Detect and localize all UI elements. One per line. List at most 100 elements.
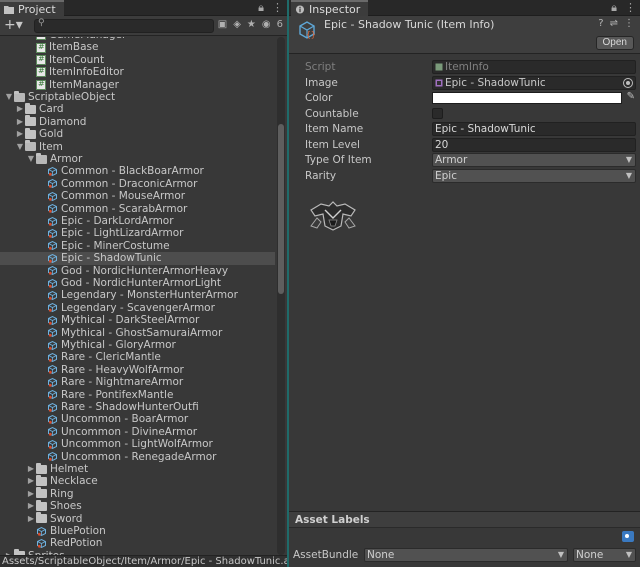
expand-arrow-down-icon[interactable]: ▼ [4,91,14,103]
tree-item-label: RedPotion [50,537,103,550]
preset-icon[interactable]: ⇌ [610,18,618,29]
asset-row[interactable]: Epic - DarkLordArmor [0,215,275,227]
folder-row[interactable]: ▼ Item [0,140,275,153]
folder-row[interactable]: ▶ Helmet [0,462,275,475]
open-button[interactable]: Open [595,36,634,50]
object-picker-icon[interactable] [623,77,633,88]
script-file-icon [435,63,443,71]
tag-icon[interactable] [622,531,634,542]
kebab-menu-icon[interactable]: ⋮ [625,1,636,15]
search-by-label-icon[interactable]: ◈ [233,19,241,30]
folder-icon [36,462,47,474]
inspector-header-icons: ? ⇌ ⋮ [598,18,634,29]
asset-bundle-dropdown[interactable]: None ▼ [364,548,568,562]
tree-item-label: Item [39,140,63,153]
asset-row[interactable]: Mythical - DarkSteelArmor [0,314,275,326]
asset-row[interactable]: Legendary - ScavengerArmor [0,302,275,314]
asset-row[interactable]: ItemManager [0,78,275,91]
color-swatch[interactable] [432,92,622,104]
folder-icon [36,512,47,524]
asset-row[interactable]: God - NordicHunterArmorHeavy [0,265,275,277]
asset-row[interactable]: Uncommon - RenegadeArmor [0,451,275,463]
asset-row[interactable]: Rare - HeavyWolfArmor [0,364,275,376]
image-field[interactable]: Epic - ShadowTunic [432,75,636,90]
expand-arrow-right-icon[interactable]: ▶ [26,500,36,512]
asset-row[interactable]: Rare - PontifexMantle [0,389,275,401]
expand-arrow-down-icon[interactable]: ▼ [15,141,25,153]
countable-checkbox[interactable] [432,107,443,119]
tree-item-label: Sword [50,512,83,525]
rarity-dropdown[interactable]: Epic ▼ [432,168,636,183]
folder-row[interactable]: ▶ Sword [0,512,275,525]
asset-row[interactable]: Common - ScarabArmor [0,203,275,215]
asset-row[interactable]: RedPotion [0,537,275,549]
type-of-item-dropdown[interactable]: Armor ▼ [432,153,636,167]
scriptable-object-icon [48,179,57,189]
asset-row[interactable]: Common - DraconicArmor [0,178,275,190]
lock-icon[interactable]: 🔒︎ [611,1,617,15]
expand-arrow-right-icon[interactable]: ▶ [15,128,25,140]
rarity-value: Epic [435,169,457,182]
folder-row[interactable]: ▼ Armor [0,152,275,165]
asset-row[interactable]: Common - BlackBoarArmor [0,165,275,177]
hidden-packages-icon[interactable]: ◉ [262,19,271,30]
folder-row[interactable]: ▶ Ring [0,487,275,500]
chevron-down-icon: ▼ [625,550,632,559]
color-label: Color [305,92,333,104]
item-name-label: Item Name [305,123,364,135]
kebab-menu-icon[interactable]: ⋮ [624,18,634,29]
script-field: ItemInfo [432,60,636,74]
asset-row[interactable]: Uncommon - DivineArmor [0,426,275,438]
create-dropdown-button[interactable]: +▾ [4,18,23,32]
asset-row[interactable]: BluePotion [0,525,275,537]
inspector-tab[interactable]: Inspector [291,0,369,16]
expand-arrow-right-icon[interactable]: ▶ [15,103,25,115]
expand-arrow-right-icon[interactable]: ▶ [26,488,36,500]
item-level-input[interactable]: 20 [432,137,636,152]
folder-row[interactable]: ▶ Card [0,103,275,115]
asset-row[interactable]: Common - MouseArmor [0,190,275,202]
expand-arrow-right-icon[interactable]: ▶ [26,513,36,525]
asset-row[interactable]: Epic - ShadowTunic [0,252,275,265]
asset-bundle-variant-dropdown[interactable]: None ▼ [573,548,636,562]
folder-row[interactable]: ▶ Diamond [0,115,275,128]
item-name-input[interactable]: Epic - ShadowTunic [432,122,636,136]
asset-row[interactable]: Uncommon - LightWolfArmor [0,438,275,450]
asset-row[interactable]: Epic - MinerCostume [0,240,275,252]
scriptable-object-icon [48,439,57,449]
search-by-type-icon[interactable]: ▣ [218,19,227,30]
expand-arrow-down-icon[interactable]: ▼ [26,153,36,165]
asset-row[interactable]: ItemInfoEditor [0,65,275,78]
asset-row[interactable]: Mythical - GloryArmor [0,339,275,351]
kebab-menu-icon[interactable]: ⋮ [272,1,283,15]
expand-arrow-right-icon[interactable]: ▶ [15,116,25,128]
favorite-star-icon[interactable]: ★ [247,19,256,30]
project-tab[interactable]: Project [0,0,64,16]
asset-row[interactable]: Rare - ClericMantle [0,351,275,363]
asset-row[interactable]: Rare - ShadowHunterOutfi [0,401,275,413]
help-icon[interactable]: ? [598,18,603,29]
image-value: Epic - ShadowTunic [445,76,546,89]
project-scrollbar-thumb[interactable] [278,124,284,294]
eyedropper-icon[interactable]: ✎ [627,91,635,102]
folder-row[interactable]: ▼ ScriptableObject [0,90,275,103]
expand-arrow-right-icon[interactable]: ▶ [26,475,36,487]
folder-row[interactable]: ▶ Necklace [0,475,275,487]
folder-row[interactable]: ▶ Gold [0,127,275,140]
asset-row[interactable]: God - NordicHunterArmorLight [0,277,275,289]
search-input[interactable]: ⚲ [34,18,214,33]
scriptable-object-icon [48,315,57,325]
expand-arrow-right-icon[interactable]: ▶ [26,463,36,475]
asset-row[interactable]: Uncommon - BoarArmor [0,413,275,425]
rarity-label: Rarity [305,169,337,182]
asset-row[interactable]: Rare - NightmareArmor [0,376,275,388]
project-scrollbar[interactable] [277,37,285,555]
asset-row[interactable]: Legendary - MonsterHunterArmor [0,289,275,301]
asset-row[interactable]: ItemBase [0,41,275,53]
lock-icon[interactable]: 🔒︎ [258,1,264,15]
image-label: Image [305,76,338,89]
asset-row[interactable]: ItemCount [0,53,275,66]
asset-row[interactable]: Epic - LightLizardArmor [0,227,275,239]
asset-row[interactable]: Mythical - GhostSamuraiArmor [0,327,275,339]
folder-row[interactable]: ▶ Shoes [0,499,275,512]
